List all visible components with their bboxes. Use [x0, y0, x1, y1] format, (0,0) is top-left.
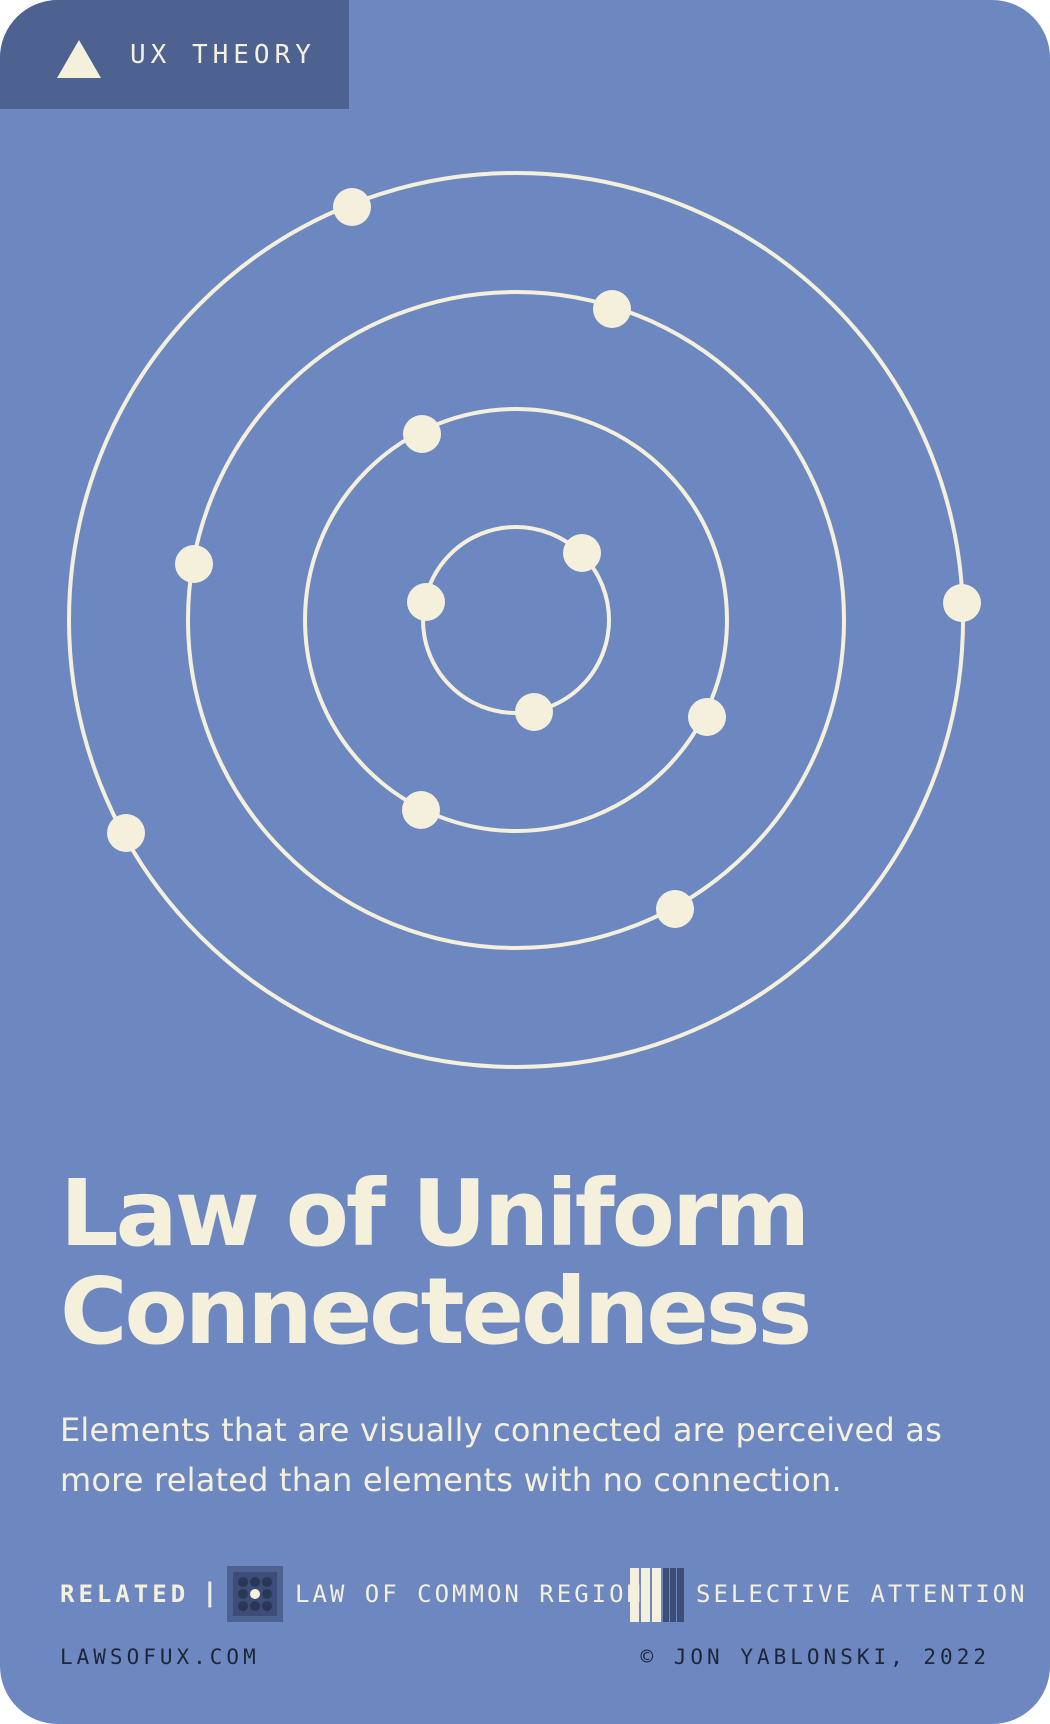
- related-section: RELATED | LAW OF COMMON REGION SELECTIVE…: [60, 1566, 1025, 1622]
- category-label: UX THEORY: [130, 40, 316, 70]
- category-tab: UX THEORY: [0, 0, 349, 109]
- orbit-ring-outer: [67, 171, 965, 1069]
- orbit-dot: [515, 693, 553, 731]
- orbit-dot: [107, 814, 145, 852]
- related-item-law-of-common-region[interactable]: LAW OF COMMON REGION: [295, 1580, 644, 1608]
- orbit-ring-second: [303, 407, 729, 833]
- orbit-dot: [403, 415, 441, 453]
- page-title: Law of Uniform Connectedness: [60, 1165, 1020, 1361]
- title-line-1: Law of Uniform: [60, 1160, 810, 1267]
- orbit-dot: [688, 698, 726, 736]
- law-description: Elements that are visually connected are…: [60, 1411, 942, 1499]
- orbit-dot: [563, 534, 601, 572]
- orbit-dot: [333, 188, 371, 226]
- orbit-dot: [407, 583, 445, 621]
- selective-attention-icon[interactable]: [630, 1568, 684, 1622]
- orbit-dot: [943, 584, 981, 622]
- orbit-dot: [402, 791, 440, 829]
- orbit-dot: [175, 545, 213, 583]
- orbit-dot: [593, 290, 631, 328]
- orbit-dot: [656, 890, 694, 928]
- related-item-selective-attention[interactable]: SELECTIVE ATTENTION: [696, 1580, 1028, 1608]
- orbit-ring-third: [186, 290, 846, 950]
- title-line-2: Connectedness: [60, 1258, 812, 1365]
- footer-credit: © JON YABLONSKI, 2022: [640, 1645, 990, 1669]
- related-separator: |: [202, 1578, 218, 1608]
- related-label: RELATED: [60, 1580, 190, 1608]
- footer-site-link[interactable]: LAWSOFUX.COM: [60, 1645, 260, 1669]
- law-card: UX THEORY Law of Uniform Connectedness E…: [0, 0, 1050, 1724]
- triangle-icon: [57, 40, 101, 78]
- concentric-orbits-icon: [67, 171, 981, 1069]
- common-region-icon[interactable]: [227, 1566, 283, 1622]
